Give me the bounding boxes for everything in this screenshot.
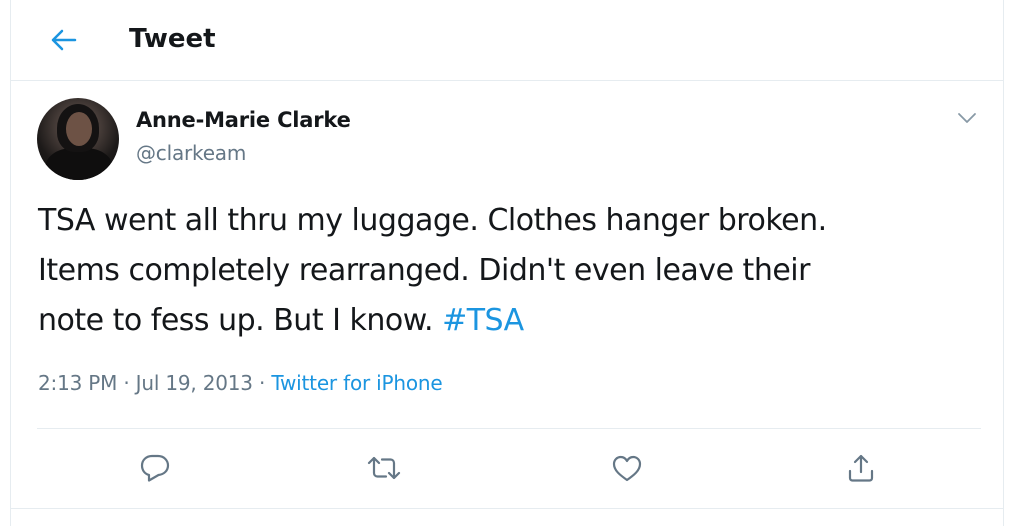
tweet-metadata: 2:13 PM · Jul 19, 2013 · Twitter for iPh… <box>38 371 443 395</box>
tweet-text: TSA went all thru my luggage. Clothes ha… <box>38 196 988 346</box>
tweet-text-line: Items completely rearranged. Didn't even… <box>38 253 810 288</box>
tweet-time[interactable]: 2:13 PM <box>38 371 117 395</box>
retweet-icon <box>366 454 402 482</box>
retweet-button[interactable] <box>362 446 406 490</box>
page-title: Tweet <box>129 24 216 54</box>
author-handle[interactable]: @clarkeam <box>136 141 246 165</box>
share-icon <box>846 453 876 483</box>
back-button[interactable] <box>45 22 81 58</box>
heart-icon <box>611 454 643 482</box>
meta-separator: · <box>117 371 136 395</box>
author-name[interactable]: Anne-Marie Clarke <box>136 108 351 132</box>
reply-icon <box>139 453 171 483</box>
share-button[interactable] <box>839 446 883 490</box>
meta-separator: · <box>252 371 272 395</box>
tweet-actions <box>11 446 1003 490</box>
tweet-date[interactable]: Jul 19, 2013 <box>136 371 253 395</box>
tweet-detail-panel: Tweet Anne-Marie Clarke @clarkeam TSA we… <box>10 0 1004 526</box>
divider <box>11 508 1003 509</box>
page-header: Tweet <box>11 0 1003 81</box>
tweet-text-line: TSA went all thru my luggage. Clothes ha… <box>38 203 827 238</box>
hashtag-link[interactable]: #TSA <box>442 303 524 338</box>
arrow-left-icon <box>49 28 77 52</box>
chevron-down-icon <box>957 112 977 124</box>
more-options-button[interactable] <box>953 104 981 132</box>
avatar[interactable] <box>37 98 119 180</box>
tweet-source-link[interactable]: Twitter for iPhone <box>271 371 442 395</box>
tweet-text-line: note to fess up. But I know. <box>38 303 443 338</box>
reply-button[interactable] <box>133 446 177 490</box>
divider <box>37 428 981 429</box>
like-button[interactable] <box>605 446 649 490</box>
